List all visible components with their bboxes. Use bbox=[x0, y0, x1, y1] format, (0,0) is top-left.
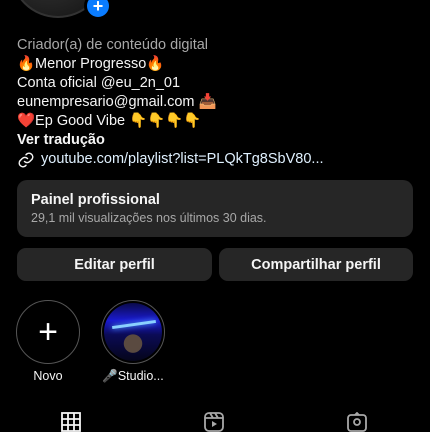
bio-link-text[interactable]: youtube.com/playlist?list=PLQkTg8SbV80..… bbox=[41, 150, 324, 169]
category-label: Criador(a) de conteúdo digital bbox=[17, 37, 209, 53]
highlight-new-circle[interactable]: + bbox=[16, 300, 80, 364]
plus-icon: + bbox=[38, 313, 58, 351]
share-profile-button[interactable]: Compartilhar perfil bbox=[219, 248, 413, 281]
highlight-new[interactable]: + Novo bbox=[13, 300, 83, 383]
bio-line[interactable]: Conta oficial @eu_2n_01 bbox=[17, 74, 417, 93]
profile-avatar-container[interactable]: + bbox=[10, 0, 112, 20]
dashboard-title: Painel profissional bbox=[31, 192, 160, 208]
highlight-studio-circle[interactable] bbox=[101, 300, 165, 364]
tagged-icon[interactable] bbox=[347, 412, 367, 432]
add-story-button[interactable]: + bbox=[84, 0, 112, 20]
highlight-label: Novo bbox=[33, 369, 63, 383]
reels-icon[interactable] bbox=[204, 412, 224, 432]
edit-profile-button[interactable]: Editar perfil bbox=[17, 248, 212, 281]
dashboard-subtitle: 29,1 mil visualizações nos últimos 30 di… bbox=[31, 211, 267, 225]
studio-image bbox=[104, 303, 162, 361]
see-translation-link[interactable]: Ver tradução bbox=[17, 131, 417, 150]
bio-section: Criador(a) de conteúdo digital 🔥Menor Pr… bbox=[17, 36, 417, 169]
bio-email[interactable]: eunempresario@gmail.com 📥 bbox=[17, 93, 417, 112]
bio-line: ❤️Ep Good Vibe 👇👇👇👇 bbox=[17, 113, 202, 129]
professional-dashboard[interactable]: Painel profissional 29,1 mil visualizaçõ… bbox=[17, 180, 413, 237]
link-icon bbox=[18, 152, 34, 167]
highlight-studio[interactable]: 🎤Studio... bbox=[98, 300, 168, 384]
bio-link[interactable]: youtube.com/playlist?list=PLQkTg8SbV80..… bbox=[17, 150, 417, 169]
highlight-label: 🎤Studio... bbox=[102, 369, 164, 383]
grid-icon[interactable] bbox=[61, 412, 81, 432]
profile-tabs bbox=[0, 412, 430, 432]
bio-line: 🔥Menor Progresso🔥 bbox=[17, 56, 165, 72]
